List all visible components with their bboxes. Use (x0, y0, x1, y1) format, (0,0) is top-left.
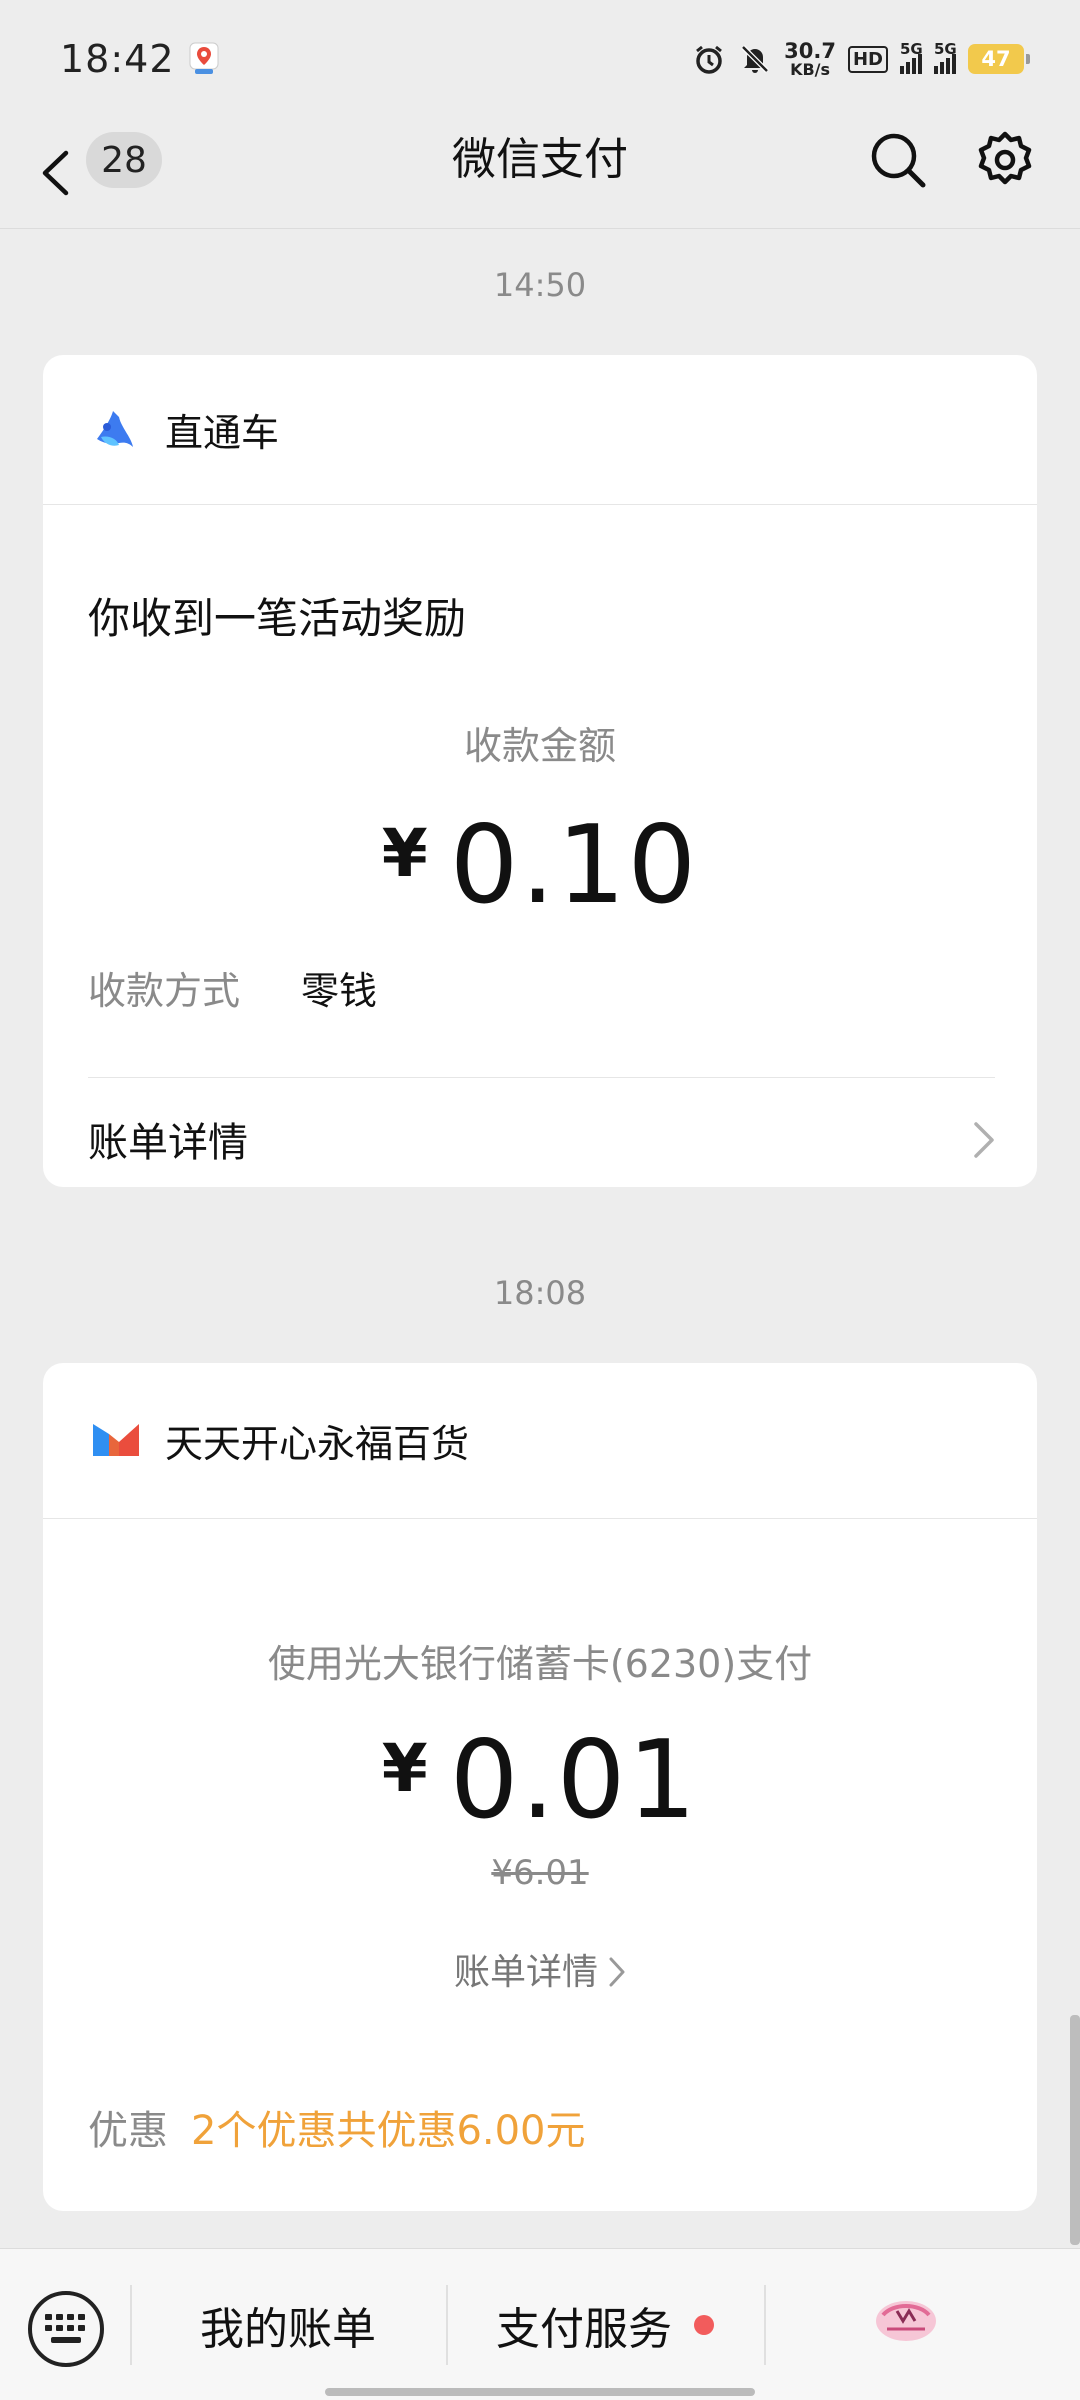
payment-notification-card[interactable]: 天天开心永福百货 使用光大银行储蓄卡(6230)支付 ¥0.01 ¥6.01 账… (43, 1363, 1037, 2211)
mini-program-avatar[interactable] (873, 2295, 939, 2345)
network-speed-value: 30.7 (784, 38, 836, 63)
merchant-name: 直通车 (165, 411, 280, 455)
status-left: 18:42 (60, 37, 219, 81)
network-speed: 30.7 KB/s (784, 38, 836, 79)
gear-icon (978, 131, 1032, 185)
sim2-network-label: 5G (934, 40, 957, 58)
status-time: 18:42 (60, 37, 175, 81)
chevron-right-icon (609, 1957, 625, 1987)
payment-method: 使用光大银行储蓄卡(6230)支付 (267, 1642, 813, 1686)
currency-symbol: ¥ (381, 815, 428, 892)
merchant-logo-icon (91, 1418, 139, 1464)
amount-value: 0.01 (449, 1718, 699, 1843)
chevron-right-icon (974, 1122, 994, 1158)
hd-badge: HD (847, 45, 888, 73)
message-time: 18:08 (493, 1274, 587, 1312)
signal-sim1-icon: 5G (900, 40, 923, 74)
currency-symbol: ¥ (381, 1730, 428, 1807)
alarm-icon (692, 42, 726, 76)
discount-label: 优惠 (88, 2108, 168, 2154)
notification-dot (694, 2315, 714, 2335)
keyboard-icon (45, 2314, 85, 2343)
amount-value: 0.10 (449, 803, 699, 928)
map-pin-icon (189, 42, 219, 76)
settings-button[interactable] (975, 130, 1035, 190)
reward-notification-card[interactable]: 直通车 你收到一笔活动奖励 收款金额 ¥0.10 收款方式 零钱 账单详情 (43, 355, 1037, 1187)
bill-details-link[interactable]: 账单详情 (43, 1943, 1037, 1995)
tab-separator (764, 2285, 766, 2365)
status-bar: 18:42 30.7 KB/s HD 5G 5G 47 (0, 0, 1080, 118)
network-speed-unit: KB/s (790, 59, 831, 79)
sim1-network-label: 5G (900, 40, 923, 58)
signal-sim2-icon: 5G (934, 40, 957, 74)
header-divider (0, 228, 1080, 229)
notification-title: 你收到一笔活动奖励 (88, 594, 467, 643)
message-time: 14:50 (493, 266, 587, 304)
discount-value: 2个优惠共优惠6.00元 (191, 2108, 586, 2154)
search-icon (871, 133, 926, 188)
mute-bell-icon (738, 42, 772, 76)
tab-my-bills[interactable]: 我的账单 (132, 2279, 444, 2371)
card-header[interactable]: 天天开心永福百货 (43, 1363, 1037, 1519)
bottom-bar: 我的账单 支付服务 (0, 2248, 1080, 2400)
bill-details-label: 账单详情 (453, 1952, 598, 1993)
amount-label: 收款金额 (463, 724, 616, 768)
card-divider (88, 1077, 995, 1078)
amount-display: ¥0.01 (43, 1718, 1037, 1843)
amount-display: ¥0.10 (43, 803, 1037, 928)
payment-method-value: 零钱 (301, 969, 378, 1013)
original-amount: ¥6.01 (491, 1853, 589, 1893)
home-indicator[interactable] (325, 2388, 755, 2396)
card-header[interactable]: 直通车 (43, 355, 1037, 505)
avatar-icon (876, 2301, 936, 2341)
keyboard-toggle-button[interactable] (28, 2291, 104, 2367)
battery-indicator: 47 (968, 44, 1030, 74)
bill-details-link[interactable]: 账单详情 (88, 1110, 248, 1168)
status-right: 30.7 KB/s HD 5G 5G 47 (692, 38, 1030, 79)
tab-payment-services[interactable]: 支付服务 (448, 2279, 762, 2371)
merchant-logo-icon (91, 407, 137, 453)
scrollbar[interactable] (1070, 2015, 1080, 2245)
merchant-name: 天天开心永福百货 (165, 1422, 470, 1466)
search-button[interactable] (868, 130, 928, 190)
tab-payment-services-label: 支付服务 (496, 2304, 672, 2355)
payment-method-label: 收款方式 (88, 969, 241, 1013)
